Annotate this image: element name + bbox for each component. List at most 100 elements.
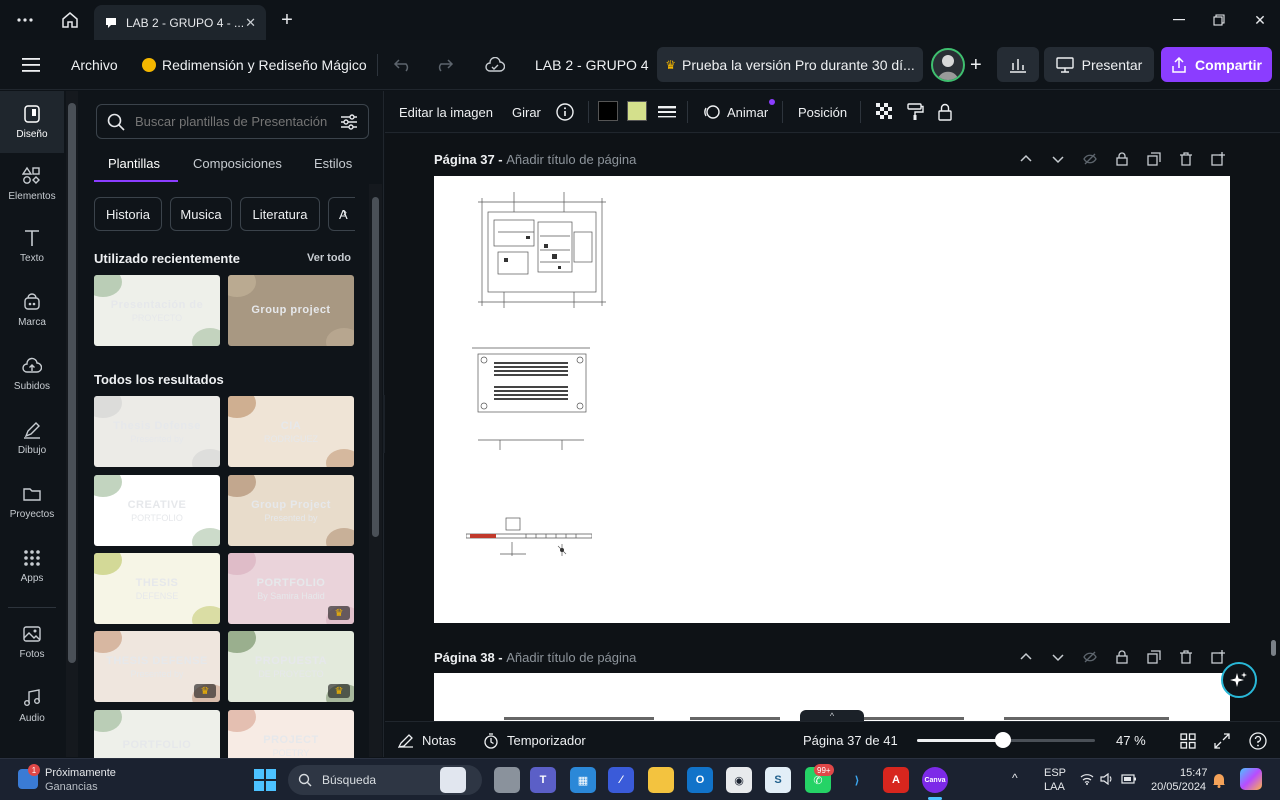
notifications-icon[interactable] xyxy=(1212,772,1226,788)
pro-trial-button[interactable]: ♛ Prueba la versión Pro durante 30 dí... xyxy=(657,47,923,82)
template-result-2[interactable]: CIA RODRIGUEZ xyxy=(228,396,354,467)
help-icon[interactable] xyxy=(1249,722,1267,759)
template-search[interactable] xyxy=(96,104,369,139)
hide-icon[interactable] xyxy=(1083,650,1097,664)
template-result-8[interactable]: PROPUESTA DE PROYECTO ♛ xyxy=(228,631,354,702)
rail-item-proyectos[interactable]: Proyectos xyxy=(0,471,64,533)
store-icon[interactable]: ▦ xyxy=(570,767,596,793)
clock-date[interactable]: 20/05/2024 xyxy=(1151,781,1206,793)
template-result-5[interactable]: THESIS DEFENSE xyxy=(94,553,220,624)
show-hidden-icons[interactable]: ^ xyxy=(1012,771,1018,785)
zoom-slider-handle[interactable] xyxy=(995,732,1011,748)
cloud-saved-icon[interactable] xyxy=(485,40,505,90)
line-style-icon[interactable] xyxy=(658,91,676,133)
animate-button[interactable]: Animar xyxy=(703,91,768,133)
rail-item-subidos[interactable]: Subidos xyxy=(0,343,64,405)
wifi-icon[interactable] xyxy=(1080,773,1094,785)
magic-resize-button[interactable]: Redimensión y Rediseño Mágico xyxy=(142,40,367,90)
vscode-icon[interactable]: ⟩ xyxy=(844,767,870,793)
template-result-4[interactable]: Group Project Presented by xyxy=(228,475,354,546)
chip-musica[interactable]: Musica xyxy=(170,197,232,231)
language-bottom[interactable]: LAA xyxy=(1044,781,1065,793)
lock-icon[interactable] xyxy=(1115,152,1129,166)
undo-icon[interactable] xyxy=(393,40,413,90)
windows-start-icon[interactable] xyxy=(254,769,276,791)
chip-more[interactable]: A xyxy=(328,197,355,231)
file-explorer-icon[interactable] xyxy=(648,767,674,793)
canva-taskbar-icon[interactable]: Canva xyxy=(922,767,948,793)
duplicate-icon[interactable] xyxy=(1147,152,1161,166)
search-input[interactable] xyxy=(135,114,330,129)
rotate-button[interactable]: Girar xyxy=(512,91,541,133)
news-subtitle[interactable]: Ganancias xyxy=(45,781,98,793)
template-result-7[interactable]: THESIS DEFENSE Presented by ♛ xyxy=(94,631,220,702)
redo-icon[interactable] xyxy=(434,40,454,90)
chrome-icon[interactable]: ◉ xyxy=(726,767,752,793)
document-title[interactable]: LAB 2 - GRUPO 4 xyxy=(535,40,649,90)
see-all-link[interactable]: Ver todo xyxy=(307,252,351,264)
scrollbar-thumb[interactable] xyxy=(68,103,76,663)
position-button[interactable]: Posición xyxy=(798,91,847,133)
language-top[interactable]: ESP xyxy=(1044,767,1066,779)
rail-item-fotos[interactable]: Fotos xyxy=(0,611,64,673)
timer-button[interactable]: Temporizador xyxy=(483,722,586,759)
page-37-title-placeholder[interactable]: Añadir título de página xyxy=(506,152,636,167)
hide-icon[interactable] xyxy=(1083,152,1097,166)
template-result-1[interactable]: Thesis Defense Presented by xyxy=(94,396,220,467)
home-icon[interactable] xyxy=(58,8,82,32)
menu-icon[interactable] xyxy=(22,40,40,90)
page-37[interactable] xyxy=(434,176,1230,623)
outlook-icon[interactable]: O xyxy=(687,767,713,793)
tab-estilos[interactable]: Estilos xyxy=(314,156,352,171)
rail-item-diseño[interactable]: Diseño xyxy=(0,91,64,153)
paint-roller-icon[interactable] xyxy=(906,91,924,133)
lock-icon[interactable] xyxy=(937,91,953,133)
page-37-header[interactable]: Página 37 - Añadir título de página xyxy=(434,152,636,167)
magic-assistant-button[interactable] xyxy=(1221,662,1257,698)
share-button[interactable]: Compartir xyxy=(1161,47,1272,82)
color-swatch-green[interactable] xyxy=(627,101,647,121)
template-result-6[interactable]: PORTFOLIO By Samira Hadid ♛ xyxy=(228,553,354,624)
chevron-up-icon[interactable] xyxy=(1019,152,1033,166)
rail-item-dibujo[interactable]: Dibujo xyxy=(0,407,64,469)
scrollbar-thumb[interactable] xyxy=(372,197,379,537)
teams-icon[interactable]: T xyxy=(530,767,556,793)
restore-icon[interactable] xyxy=(1207,8,1231,32)
template-result-3[interactable]: CREATIVE PORTFOLIO xyxy=(94,475,220,546)
more-icon[interactable] xyxy=(13,8,37,32)
info-icon[interactable] xyxy=(556,91,574,133)
zoom-slider[interactable] xyxy=(917,732,1095,748)
lock-icon[interactable] xyxy=(1115,650,1129,664)
technical-drawing-board[interactable] xyxy=(474,192,610,310)
duplicate-icon[interactable] xyxy=(1147,650,1161,664)
tab-plantillas[interactable]: Plantillas xyxy=(108,156,160,171)
canvas-scrollbar-thumb[interactable] xyxy=(1271,640,1276,656)
chevron-down-icon[interactable] xyxy=(1051,650,1065,664)
tab-composiciones[interactable]: Composiciones xyxy=(193,156,282,171)
chip-historia[interactable]: Historia xyxy=(94,197,162,231)
rail-item-elementos[interactable]: Elementos xyxy=(0,153,64,215)
close-icon[interactable]: ✕ xyxy=(1248,8,1272,32)
news-title[interactable]: Próximamente xyxy=(45,767,116,779)
rail-scrollbar[interactable] xyxy=(66,91,78,757)
page-38-header[interactable]: Página 38 - Añadir título de página xyxy=(434,650,636,665)
add-page-icon[interactable] xyxy=(1211,650,1225,664)
add-collaborator-icon[interactable]: + xyxy=(970,40,982,90)
people-app-icon[interactable] xyxy=(440,767,466,793)
edit-image-button[interactable]: Editar la imagen xyxy=(399,91,493,133)
file-explorer-gray-icon[interactable] xyxy=(494,767,520,793)
transparency-icon[interactable] xyxy=(876,91,894,133)
notes-button[interactable]: Notas xyxy=(398,722,456,759)
chip-literatura[interactable]: Literatura xyxy=(240,197,320,231)
rail-item-marca[interactable]: Marca xyxy=(0,279,64,341)
rail-item-texto[interactable]: Texto xyxy=(0,215,64,277)
volume-icon[interactable] xyxy=(1100,773,1114,785)
page-indicator[interactable]: Página 37 de 41 xyxy=(803,722,898,759)
battery-icon[interactable] xyxy=(1121,773,1137,785)
page-38-title-placeholder[interactable]: Añadir título de página xyxy=(506,650,636,665)
panel-scrollbar[interactable] xyxy=(369,184,382,757)
avatar[interactable] xyxy=(931,48,965,82)
chevron-up-icon[interactable] xyxy=(1019,650,1033,664)
grid-view-icon[interactable] xyxy=(1180,722,1196,759)
powerautomate-icon[interactable]: ⁄ xyxy=(608,767,634,793)
